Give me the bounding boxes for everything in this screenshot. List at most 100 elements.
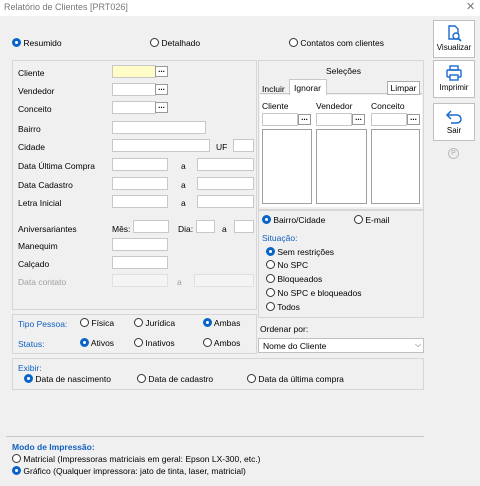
radio-sem-restricoes[interactable]: Sem restrições [266, 247, 334, 257]
chevron-down-icon[interactable]: ⌵ [415, 340, 421, 350]
manequim-input[interactable] [112, 238, 168, 251]
limpar-button[interactable]: Limpar [387, 81, 420, 95]
sair-button[interactable]: Sair [433, 103, 475, 141]
mes-input[interactable] [133, 220, 169, 233]
selecoes-vendedor-input[interactable] [316, 113, 352, 126]
radio-resumido-label: Resumido [23, 38, 62, 48]
radio-grafico-indicator[interactable] [12, 466, 21, 475]
radio-bairro-cidade[interactable]: Bairro/Cidade [262, 215, 325, 225]
radio-inativos-indicator[interactable] [134, 338, 143, 347]
title-bar: Relatório de Clientes [PRT026] ✕ [0, 0, 480, 16]
label-data-ultima-compra: Data Última Compra [18, 161, 95, 171]
data-cadastro-from[interactable] [112, 177, 168, 190]
radio-email-indicator[interactable] [354, 215, 363, 224]
selecoes-vendedor-list[interactable] [316, 129, 367, 204]
radio-sem-restricoes-indicator[interactable] [266, 247, 275, 256]
modo-impressao-title: Modo de Impressão: [12, 442, 95, 452]
tab-ignorar[interactable]: Ignorar [289, 79, 327, 95]
bairro-input[interactable] [112, 121, 206, 134]
radio-detalhado-indicator[interactable] [150, 38, 159, 47]
radio-juridica-label: Jurídica [145, 318, 176, 328]
radio-bloqueados[interactable]: Bloqueados [266, 274, 322, 284]
visualizar-button[interactable]: Visualizar [433, 20, 475, 58]
radio-ativos-indicator[interactable] [80, 338, 89, 347]
radio-contatos-indicator[interactable] [289, 38, 298, 47]
sair-label: Sair [446, 126, 462, 135]
cidade-input[interactable] [112, 139, 210, 152]
radio-email[interactable]: E-mail [354, 215, 389, 225]
selecoes-title: Seleções [326, 66, 361, 76]
label-ordenar-por: Ordenar por: [260, 324, 309, 334]
radio-ambas-indicator[interactable] [203, 318, 212, 327]
label-letra-inicial: Letra Inicial [18, 198, 62, 208]
radio-no-spc-indicator[interactable] [266, 260, 275, 269]
vendedor-lookup-button[interactable]: ... [155, 84, 168, 95]
radio-ambos[interactable]: Ambos [203, 338, 240, 348]
calcado-input[interactable] [112, 256, 168, 269]
imprimir-label: Imprimir [439, 83, 469, 92]
letra-inicial-to[interactable] [197, 195, 254, 208]
radio-data-cadastro-indicator[interactable] [137, 374, 146, 383]
radio-fisica-indicator[interactable] [80, 318, 89, 327]
radio-no-spc[interactable]: No SPC [266, 260, 308, 270]
ordenar-select[interactable]: Nome do Cliente ⌵ [258, 338, 424, 353]
selecoes-conceito-input[interactable] [371, 113, 407, 126]
selecoes-conceito-lookup-button[interactable]: ... [407, 114, 420, 125]
radio-juridica[interactable]: Jurídica [134, 318, 175, 328]
cliente-lookup-button[interactable]: ... [155, 66, 168, 77]
radio-no-spc-e-bloqueados[interactable]: No SPC e bloqueados [266, 288, 362, 298]
radio-ativos[interactable]: Ativos [80, 338, 114, 348]
radio-data-ultima-compra[interactable]: Data da última compra [247, 374, 344, 384]
selecoes-cliente-input[interactable] [262, 113, 298, 126]
data-ultima-compra-from[interactable] [112, 158, 168, 171]
label-exibir: Exibir: [18, 363, 42, 373]
radio-ativos-label: Ativos [90, 338, 115, 348]
label-mes: Mês: [112, 224, 131, 234]
radio-matricial-label: Matricial (Impressoras matriciais em ger… [23, 454, 261, 464]
selecoes-cliente-lookup-button[interactable]: ... [298, 114, 311, 125]
radio-grafico[interactable]: Gráfico (Qualquer impressora: jato de ti… [12, 466, 246, 476]
selecoes-vendedor-lookup-button[interactable]: ... [352, 114, 365, 125]
radio-ambas[interactable]: Ambas [203, 318, 240, 328]
radio-resumido-indicator[interactable] [12, 38, 21, 47]
tab-ignorar-label: Ignorar [294, 83, 321, 93]
radio-bairro-cidade-label: Bairro/Cidade [273, 215, 326, 225]
radio-detalhado[interactable]: Detalhado [150, 38, 200, 48]
radio-data-cadastro[interactable]: Data de cadastro [137, 374, 213, 384]
selecoes-conceito-list[interactable] [371, 129, 420, 204]
dia-to-input[interactable] [234, 220, 254, 233]
radio-juridica-indicator[interactable] [134, 318, 143, 327]
data-ultima-compra-to[interactable] [197, 158, 254, 171]
tab-incluir[interactable]: Incluir [262, 84, 285, 94]
radio-data-nascimento[interactable]: Data de nascimento [24, 374, 111, 384]
selecoes-cliente-list[interactable] [262, 129, 312, 204]
radio-matricial-indicator[interactable] [12, 454, 21, 463]
radio-matricial[interactable]: Matricial (Impressoras matriciais em ger… [12, 454, 261, 464]
radio-bairro-cidade-indicator[interactable] [262, 215, 271, 224]
conceito-input[interactable] [112, 101, 156, 114]
radio-inativos[interactable]: Inativos [134, 338, 175, 348]
radio-fisica[interactable]: Física [80, 318, 114, 328]
radio-todos[interactable]: Todos [266, 302, 300, 312]
uf-input[interactable] [233, 139, 254, 152]
dia-from-input[interactable] [196, 220, 215, 233]
letra-inicial-from[interactable] [112, 195, 168, 208]
radio-contatos[interactable]: Contatos com clientes [289, 38, 384, 48]
label-cliente: Cliente [18, 68, 45, 78]
radio-data-ultima-compra-indicator[interactable] [247, 374, 256, 383]
close-icon[interactable]: ✕ [466, 0, 475, 13]
cliente-input[interactable] [112, 65, 156, 78]
data-cadastro-to[interactable] [197, 177, 254, 190]
conceito-lookup-button[interactable]: ... [155, 102, 168, 113]
help-icon[interactable]: P [448, 148, 459, 159]
label-aniversariantes: Aniversariantes [18, 224, 77, 234]
radio-no-spc-e-bloqueados-indicator[interactable] [266, 288, 275, 297]
vendedor-input[interactable] [112, 83, 156, 96]
radio-data-nascimento-indicator[interactable] [24, 374, 33, 383]
radio-bloqueados-indicator[interactable] [266, 274, 275, 283]
radio-resumido[interactable]: Resumido [12, 38, 62, 48]
imprimir-button[interactable]: Imprimir [433, 60, 475, 98]
printer-icon [446, 65, 462, 81]
radio-ambos-indicator[interactable] [203, 338, 212, 347]
radio-todos-indicator[interactable] [266, 302, 275, 311]
